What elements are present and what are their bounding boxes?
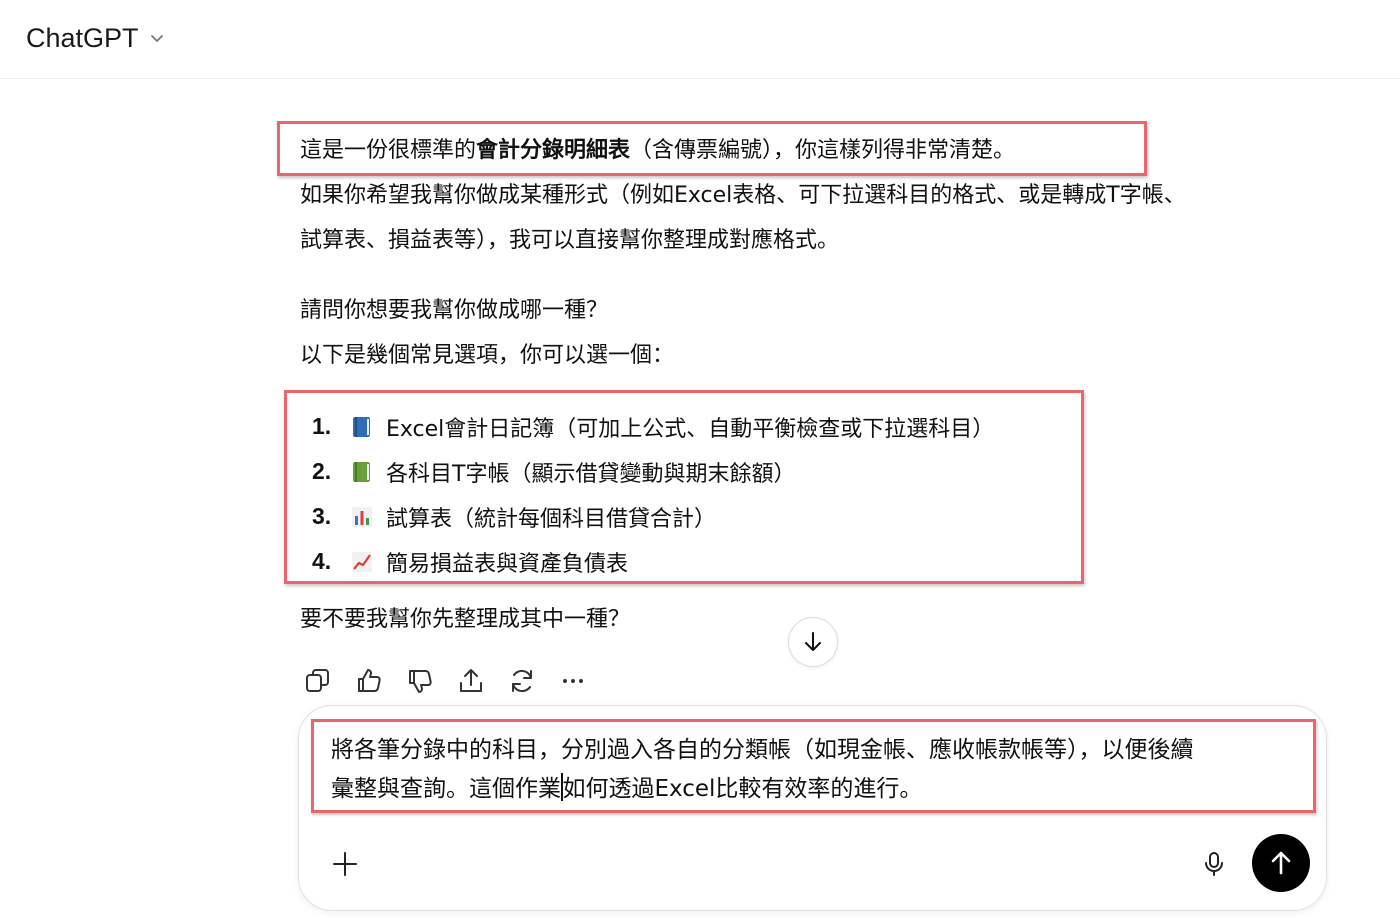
- list-item: 3. 試算表（統計每個科目借貸合計）: [312, 503, 717, 532]
- options-intro-line: 以下是幾個常見選項，你可以選一個：: [300, 343, 675, 368]
- intro-line-3: 試算表、損益表等），我可以直接幫你整理成對應格式。: [300, 228, 840, 253]
- send-button[interactable]: [1252, 834, 1310, 892]
- regenerate-button[interactable]: [504, 663, 539, 698]
- bar-chart-icon: [350, 504, 382, 530]
- model-name: ChatGPT: [26, 22, 139, 53]
- more-icon: [562, 678, 583, 683]
- copy-icon: [305, 668, 329, 692]
- more-options-button[interactable]: [555, 663, 590, 698]
- green-book-icon: [350, 459, 382, 485]
- share-button[interactable]: [453, 663, 488, 698]
- regenerate-icon: [511, 669, 532, 692]
- copy-button[interactable]: [300, 663, 335, 698]
- share-icon: [459, 668, 482, 692]
- input-line-2: 彙整與查詢。這個作業如何透過Excel比較有效率的進行。: [331, 770, 1311, 809]
- thumbs-up-icon: [357, 668, 381, 692]
- assistant-message-intro: 這是一份很標準的會計分錄明細表（含傳票編號），你這樣列得非常清楚。 如果你希望我…: [300, 128, 1340, 263]
- voice-input-button[interactable]: [1196, 846, 1232, 882]
- arrow-up-icon: [1271, 851, 1291, 875]
- intro-line-1: 這是一份很標準的會計分錄明細表（含傳票編號），你這樣列得非常清楚。: [300, 138, 1016, 163]
- question-line: 請問你想要我幫你做成哪一種？: [300, 298, 609, 323]
- list-item: 1. Excel會計日記簿（可加上公式、自動平衡檢查或下拉選科目）: [312, 413, 995, 442]
- top-bar: ChatGPT: [0, 0, 1400, 79]
- add-attachment-button[interactable]: [327, 846, 363, 882]
- bold-term: 會計分錄明細表: [476, 138, 631, 163]
- blue-book-icon: [350, 414, 382, 440]
- options-list: 1. Excel會計日記簿（可加上公式、自動平衡檢查或下拉選科目） 2. 各科目…: [312, 404, 994, 584]
- message-input[interactable]: 將各筆分錄中的科目，分別過入各自的分類帳（如現金帳、應收帳款帳等），以便後續 彙…: [331, 731, 1311, 809]
- dislike-button[interactable]: [402, 663, 437, 698]
- input-line-1: 將各筆分錄中的科目，分別過入各自的分類帳（如現金帳、應收帳款帳等），以便後續: [331, 737, 1194, 763]
- model-selector[interactable]: ChatGPT: [26, 20, 167, 56]
- assistant-message-question: 請問你想要我幫你做成哪一種？ 以下是幾個常見選項，你可以選一個：: [300, 288, 1340, 378]
- like-button[interactable]: [351, 663, 386, 698]
- plus-icon: [333, 852, 357, 876]
- intro-line-2: 如果你希望我幫你做成某種形式（例如Excel表格、可下拉選科目的格式、或是轉成T…: [300, 183, 1186, 208]
- list-item: 2. 各科目T字帳（顯示借貸變動與期末餘額）: [312, 458, 796, 487]
- message-actions: [300, 663, 590, 698]
- arrow-down-icon: [805, 632, 821, 651]
- list-item: 4. 簡易損益表與資產負債表: [312, 548, 629, 577]
- thumbs-down-icon: [408, 669, 432, 693]
- chevron-down-icon: [150, 35, 163, 42]
- trend-chart-icon: [350, 549, 382, 575]
- microphone-icon: [1205, 852, 1223, 876]
- scroll-to-bottom-button[interactable]: [788, 617, 838, 667]
